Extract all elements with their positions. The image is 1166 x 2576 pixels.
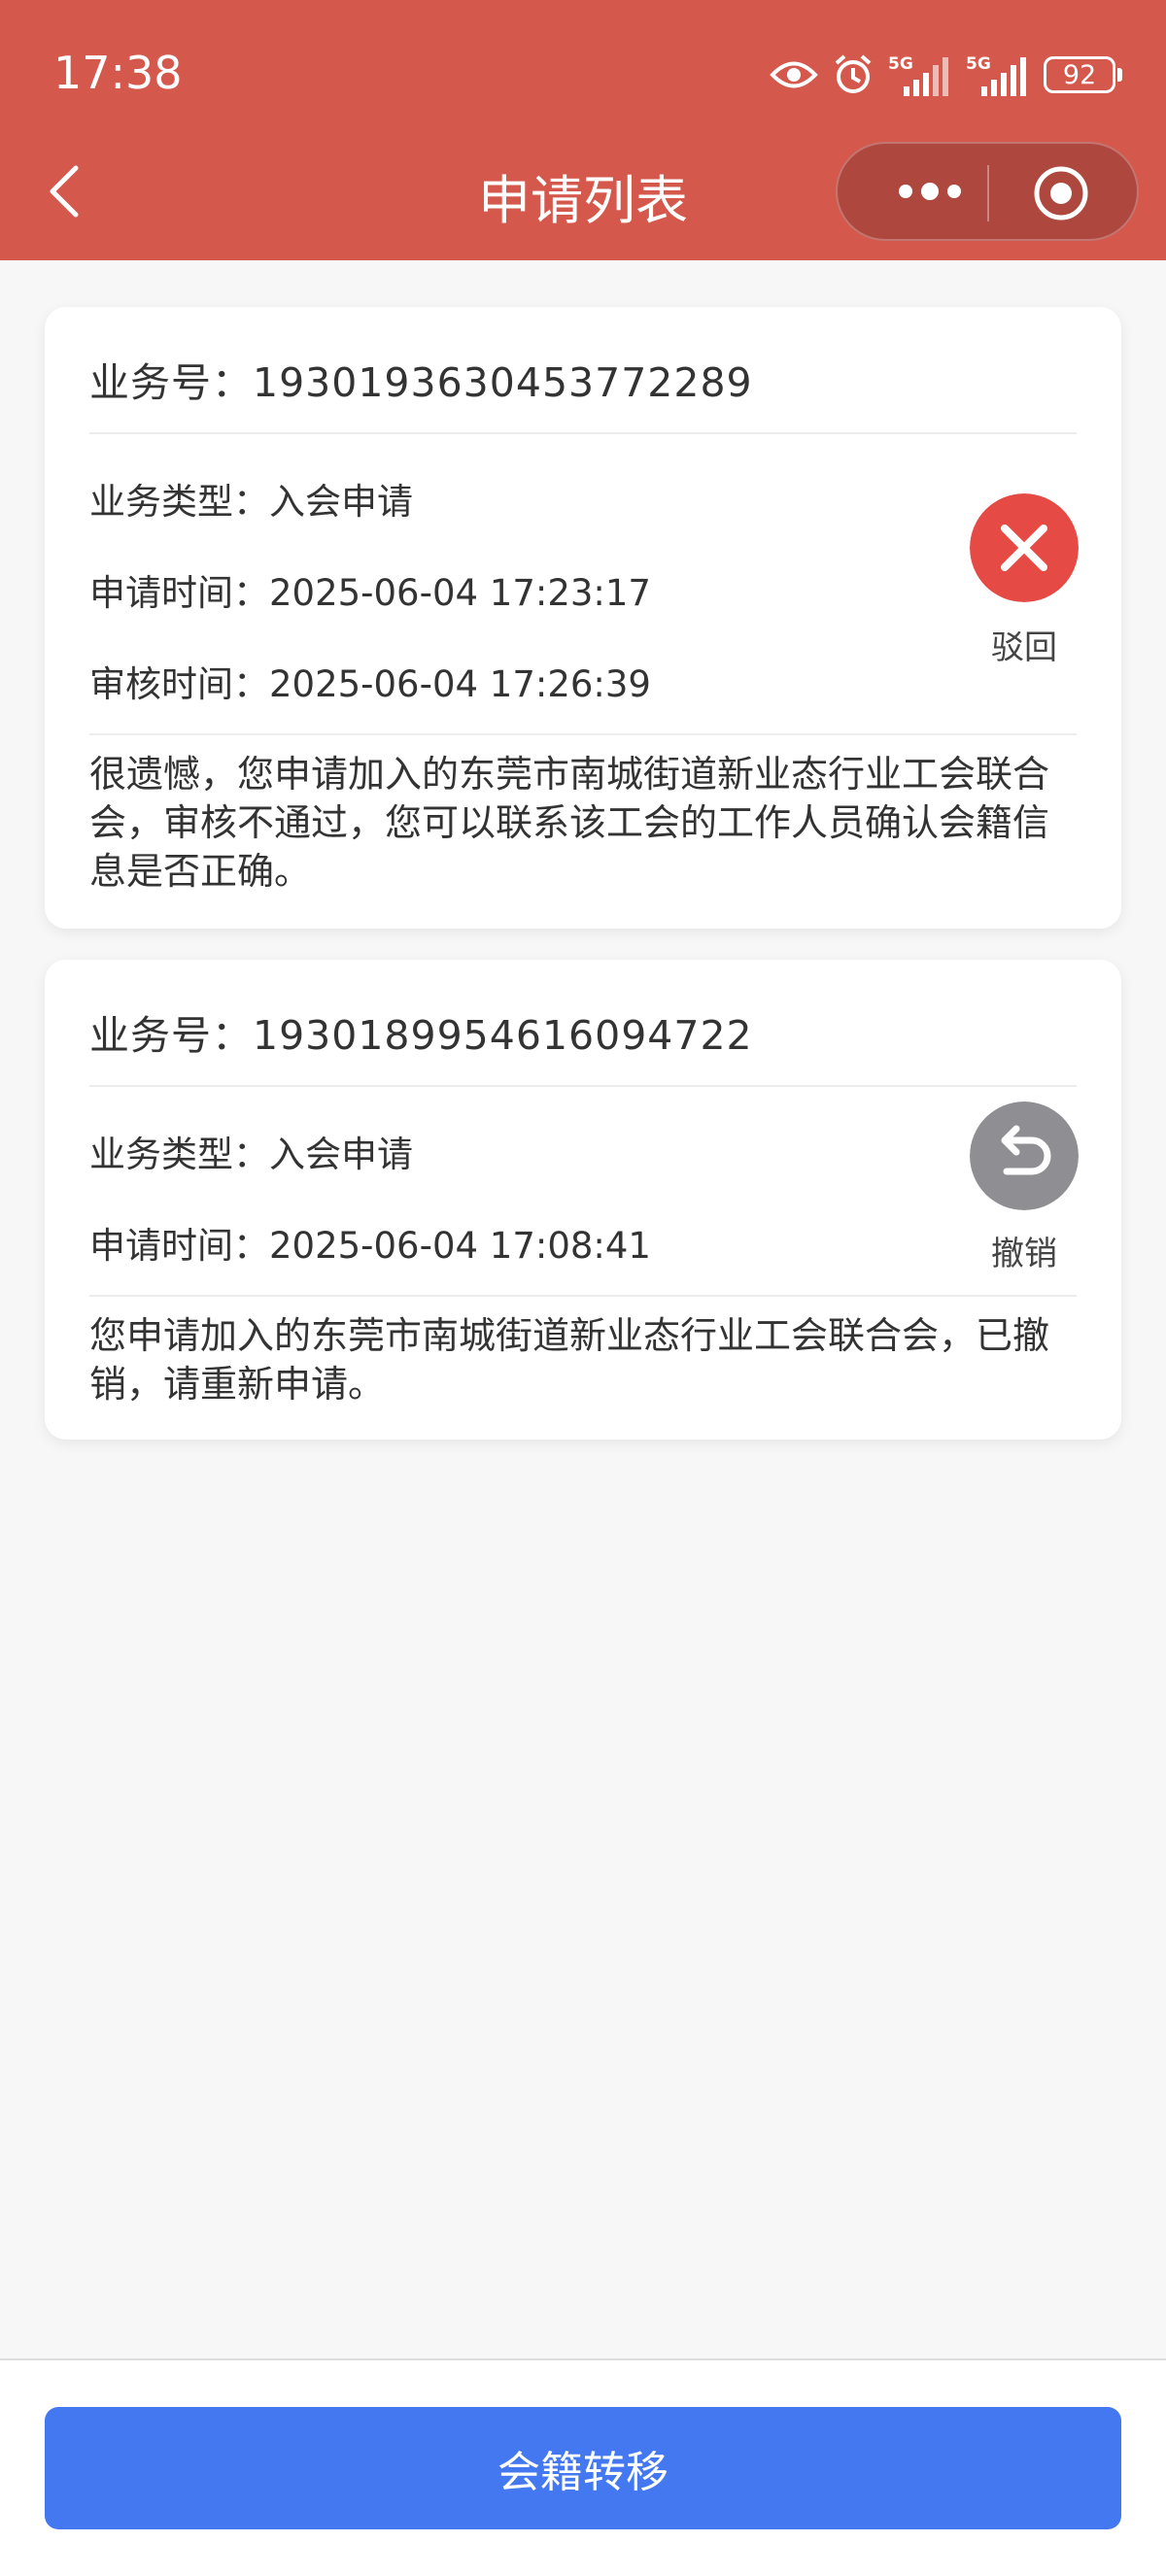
status-label: 撤销 [991,1235,1057,1273]
status-time: 17:38 [53,47,183,99]
apply-time: 申请时间：2025-06-04 17:23:17 [89,572,651,614]
status-bar: 17:38 5G 5G 92 [0,0,1166,146]
divider [89,733,1077,735]
status-label: 驳回 [991,628,1057,667]
application-card[interactable]: 业务号：1930193630453772289 业务类型：入会申请 申请时间：2… [45,307,1121,929]
svg-text:5G: 5G [966,54,991,74]
rejected-x-icon [970,493,1079,602]
battery-indicator: 92 [1044,56,1122,93]
top-header: 17:38 5G 5G 92 申请列表 [0,0,1166,260]
review-time: 审核时间：2025-06-04 17:26:39 [89,663,651,705]
business-number: 业务号：1930189954616094722 [89,1012,753,1059]
divider [89,1295,1077,1297]
apply-time: 申请时间：2025-06-04 17:08:41 [89,1225,651,1267]
battery-level: 92 [1062,59,1097,90]
divider [89,432,1077,434]
business-number: 业务号：1930193630453772289 [89,359,753,406]
membership-transfer-button[interactable]: 会籍转移 [45,2407,1121,2529]
mini-program-capsule [836,142,1139,241]
divider [89,1085,1077,1087]
eye-icon [770,61,818,88]
capsule-divider [987,165,989,221]
svg-text:5G: 5G [888,54,913,74]
target-circle-icon[interactable] [1032,164,1090,222]
business-type: 业务类型：入会申请 [89,481,413,523]
alarm-icon [835,54,872,93]
status-message: 很遗憾，您申请加入的东莞市南城街道新业态行业工会联合会，审核不通过，您可以联系该… [89,753,1050,893]
more-dots-icon[interactable] [876,167,983,216]
status-icons: 5G 5G 92 [770,51,1122,99]
5g-signal-icon: 5G [888,54,948,96]
application-card[interactable]: 业务号：1930189954616094722 业务类型：入会申请 申请时间：2… [45,960,1121,1440]
status-message: 您申请加入的东莞市南城街道新业态行业工会联合会，已撤销，请重新申请。 [89,1314,1050,1406]
business-type: 业务类型：入会申请 [89,1134,413,1175]
5g-signal-icon: 5G [966,54,1026,96]
revoke-undo-icon [970,1102,1079,1210]
